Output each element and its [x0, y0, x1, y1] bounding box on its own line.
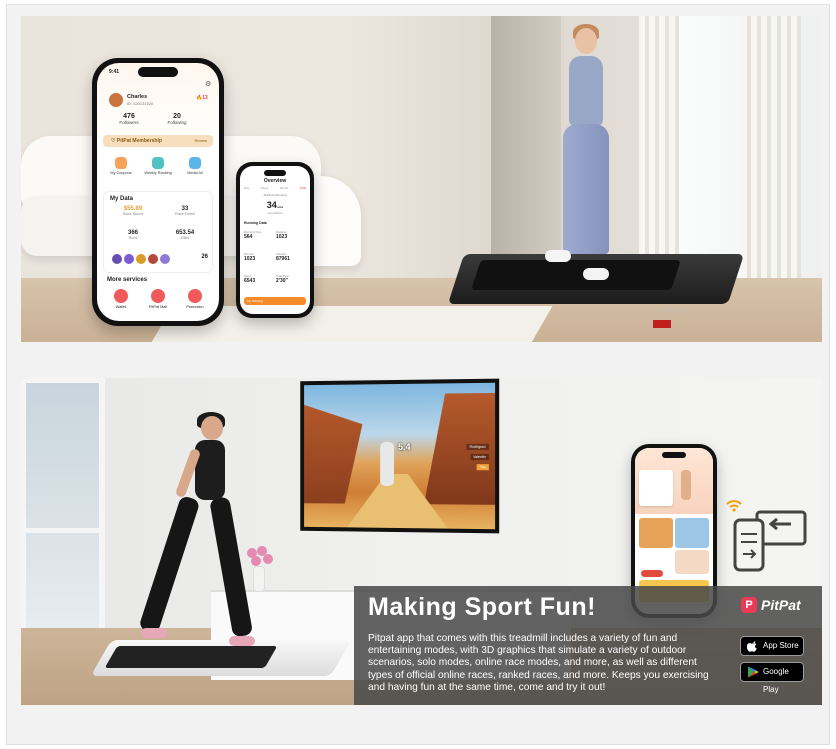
- tv-game-display: 5.4 Rodriguez Valentin You: [300, 378, 500, 534]
- gear-icon: ⚙: [205, 81, 212, 88]
- data-race-finish: 33 Race Finish: [174, 206, 196, 216]
- medal-icon: [136, 254, 146, 264]
- my-data-card: My Data $55.89 Race Bonus 33 Race Finish 3…: [103, 191, 213, 273]
- google-play-icon: [747, 666, 759, 678]
- medal-icon: [189, 157, 201, 169]
- overview-title: Overview: [263, 178, 287, 184]
- pitpat-brand: P PitPat: [738, 596, 818, 618]
- cell-running-time: Running Time 564: [244, 230, 262, 240]
- game-rank-you: You: [476, 464, 489, 471]
- app-store-button[interactable]: App Store: [740, 636, 804, 656]
- shortcut-coupons: My Coupons: [103, 157, 139, 175]
- promo-panel: Making Sport Fun! Pitpat app that comes …: [354, 586, 822, 705]
- more-services: More services Wallet PitPat Mall Promoti…: [103, 277, 213, 321]
- banner-app-showcase: PITPAT 9:41 ⚙ Charles ID: 520131520 🔥13 …: [21, 16, 822, 342]
- cell-steps: Steps 6543: [244, 274, 256, 284]
- join-button: [641, 570, 663, 577]
- medal-row: [112, 254, 212, 266]
- google-play-button[interactable]: Google Play: [740, 662, 804, 694]
- game-rank-1: Rodriguez: [466, 443, 489, 450]
- medal-count: 26: [201, 254, 208, 260]
- shortcut-row: My Coupons Weekly Ranking Medal All: [103, 157, 213, 185]
- shortcut-ranking: Weekly Ranking: [140, 157, 176, 175]
- window: [21, 378, 105, 638]
- membership-banner: ♡ PitPat Membership Renew: [103, 135, 213, 147]
- shortcut-medal: Medal All: [177, 157, 213, 175]
- coupon-icon: [115, 157, 127, 169]
- cell-pin-ave: Pin Ave 1023: [244, 252, 256, 262]
- user-name: Charles: [127, 94, 148, 100]
- apple-icon: [746, 640, 759, 652]
- phone-notch: [138, 67, 178, 77]
- ranking-bar: My Ranking: [244, 297, 306, 305]
- game-avatar: [380, 442, 395, 486]
- cell-distance: Distance 1023: [276, 230, 288, 240]
- avatar-figure: [681, 470, 691, 500]
- woman-running-photo: [131, 408, 271, 678]
- overview-tabs: Day Week Month Total: [244, 186, 306, 190]
- service-promotion: Promotion: [177, 289, 213, 309]
- game-rank-2: Valentin: [470, 453, 489, 461]
- my-data-title: My Data: [110, 196, 134, 202]
- ranking-icon: [152, 157, 164, 169]
- user-id: ID: 520131520: [127, 101, 154, 106]
- status-time: 9:41: [109, 69, 120, 75]
- streak-badge: 🔥13: [196, 95, 208, 101]
- avatar: [109, 93, 123, 107]
- brand-name: PitPat: [761, 597, 801, 613]
- cell-calories: Calories 87961: [276, 252, 290, 262]
- treadmill-logo: PITPAT: [661, 308, 691, 315]
- curtain-right: [741, 16, 801, 306]
- banner-making-sport-fun: 5.4 Rodriguez Valentin You Making Sport …: [21, 378, 822, 705]
- wallet-icon: [114, 289, 128, 303]
- cell-total-pace: Total Pace 2'30": [276, 274, 290, 284]
- mall-icon: [151, 289, 165, 303]
- treadmill-power-light: [653, 320, 671, 328]
- pitpat-logo-icon: P: [741, 597, 757, 613]
- service-wallet: Wallet: [103, 289, 139, 309]
- game-speed: 5.4: [398, 441, 411, 452]
- medal-icon: [160, 254, 170, 264]
- overview-runs: 34runs: [266, 200, 284, 210]
- woman-walking-photo: [541, 24, 631, 294]
- following-stat: 20 Following: [167, 113, 187, 125]
- phone-profile-screen: 9:41 ⚙ Charles ID: 520131520 🔥13 476 Fol…: [92, 58, 224, 326]
- data-race-bonus: $55.89 Race Bonus: [122, 206, 144, 216]
- panel-title: Making Sport Fun!: [368, 593, 596, 621]
- promotion-icon: [188, 289, 202, 303]
- data-miles: 653.54 Miles: [175, 230, 195, 240]
- service-mall: PitPat Mall: [140, 289, 176, 309]
- panel-description: Pitpat app that comes with this treadmil…: [368, 633, 709, 693]
- renew-link: Renew: [194, 138, 207, 143]
- medal-icon: [112, 254, 122, 264]
- medal-icon: [124, 254, 134, 264]
- followers-stat: 476 Followers: [119, 113, 139, 125]
- device-sync-icon: [733, 510, 809, 574]
- data-runs: 366 Runs: [127, 230, 138, 240]
- medal-icon: [148, 254, 158, 264]
- phone-overview-screen: Overview Day Week Month Total 2023-02 Ru…: [236, 162, 314, 318]
